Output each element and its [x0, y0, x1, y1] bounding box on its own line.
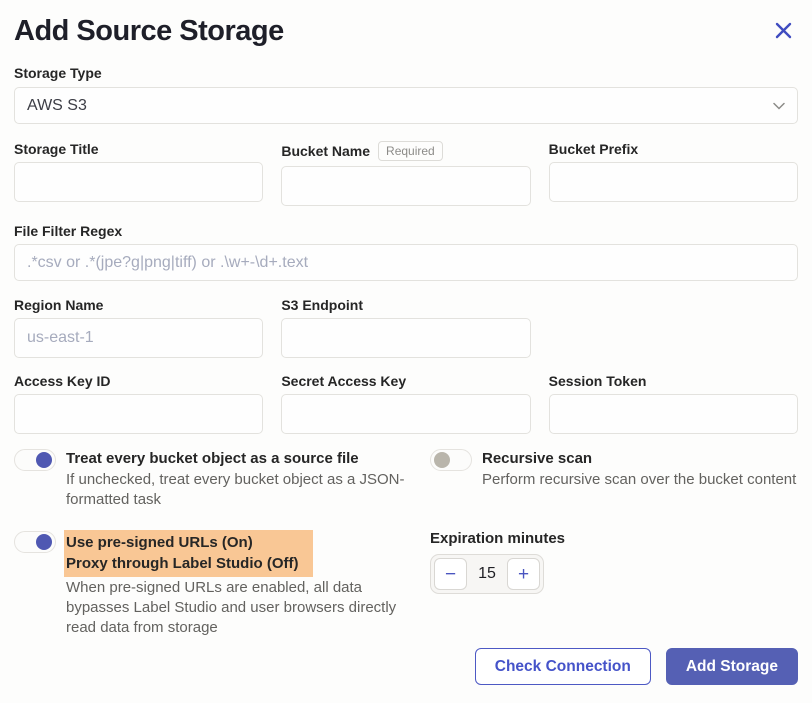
- region-name-label: Region Name: [14, 297, 263, 313]
- recursive-scan-description: Perform recursive scan over the bucket c…: [482, 470, 796, 490]
- file-filter-field: File Filter Regex: [14, 223, 798, 281]
- storage-type-value: AWS S3: [27, 97, 87, 115]
- s3-endpoint-label: S3 Endpoint: [281, 297, 530, 313]
- toggle-knob: [36, 534, 52, 550]
- presigned-highlighted-label: Use pre-signed URLs (On) Proxy through L…: [64, 530, 313, 577]
- file-filter-input[interactable]: [14, 244, 798, 281]
- close-button[interactable]: [769, 16, 798, 48]
- region-name-field: Region Name: [14, 297, 263, 358]
- region-row: Region Name S3 Endpoint: [14, 297, 798, 358]
- add-storage-button[interactable]: Add Storage: [666, 648, 798, 685]
- recursive-scan-toggle[interactable]: [430, 449, 472, 471]
- chevron-down-icon: [773, 102, 785, 110]
- access-key-field: Access Key ID: [14, 373, 263, 434]
- storage-title-input[interactable]: [14, 162, 263, 202]
- secret-key-label: Secret Access Key: [281, 373, 530, 389]
- presigned-description: When pre-signed URLs are enabled, all da…: [66, 578, 418, 638]
- required-badge: Required: [378, 141, 443, 161]
- bucket-prefix-label: Bucket Prefix: [549, 141, 798, 157]
- treat-source-description: If unchecked, treat every bucket object …: [66, 470, 418, 510]
- recursive-scan-toggle-row: Recursive scan Perform recursive scan ov…: [430, 448, 798, 510]
- s3-endpoint-field: S3 Endpoint: [281, 297, 530, 358]
- presigned-label-line1: Use pre-signed URLs (On): [66, 532, 299, 553]
- session-token-input[interactable]: [549, 394, 798, 434]
- add-source-storage-dialog: Add Source Storage Storage Type AWS S3 S…: [0, 0, 812, 703]
- toggles-row-1: Treat every bucket object as a source fi…: [14, 448, 798, 510]
- expiration-minutes-value: 15: [467, 565, 507, 583]
- toggle-knob: [36, 452, 52, 468]
- recursive-scan-label: Recursive scan: [482, 448, 796, 469]
- storage-title-field: Storage Title: [14, 141, 263, 206]
- bucket-prefix-field: Bucket Prefix: [549, 141, 798, 206]
- bucket-prefix-input[interactable]: [549, 162, 798, 202]
- bucket-fields-row: Storage Title Bucket Name Required Bucke…: [14, 141, 798, 206]
- storage-title-label: Storage Title: [14, 141, 263, 157]
- secret-key-input[interactable]: [281, 394, 530, 434]
- session-token-label: Session Token: [549, 373, 798, 389]
- storage-type-label: Storage Type: [14, 65, 798, 81]
- close-icon: [775, 22, 792, 39]
- bucket-name-label: Bucket Name Required: [281, 141, 530, 161]
- dialog-footer: Check Connection Add Storage: [475, 648, 798, 685]
- bucket-name-field: Bucket Name Required: [281, 141, 530, 206]
- decrement-button[interactable]: −: [434, 558, 467, 590]
- access-key-input[interactable]: [14, 394, 263, 434]
- credentials-row: Access Key ID Secret Access Key Session …: [14, 373, 798, 434]
- session-token-field: Session Token: [549, 373, 798, 434]
- bucket-name-input[interactable]: [281, 166, 530, 206]
- toggles-row-2: Use pre-signed URLs (On) Proxy through L…: [14, 530, 798, 638]
- recursive-scan-text: Recursive scan Perform recursive scan ov…: [482, 448, 796, 490]
- presigned-urls-toggle[interactable]: [14, 531, 56, 553]
- treat-source-toggle[interactable]: [14, 449, 56, 471]
- storage-type-field: Storage Type AWS S3: [14, 65, 798, 124]
- presigned-toggle-row: Use pre-signed URLs (On) Proxy through L…: [14, 530, 430, 638]
- expiration-minutes-field: Expiration minutes − 15 +: [430, 530, 798, 638]
- treat-source-text: Treat every bucket object as a source fi…: [66, 448, 418, 510]
- check-connection-button[interactable]: Check Connection: [475, 648, 651, 685]
- dialog-header: Add Source Storage: [14, 14, 798, 48]
- treat-source-label: Treat every bucket object as a source fi…: [66, 448, 418, 469]
- presigned-text: Use pre-signed URLs (On) Proxy through L…: [66, 530, 418, 638]
- storage-type-select[interactable]: AWS S3: [14, 87, 798, 124]
- expiration-minutes-stepper: − 15 +: [430, 554, 544, 594]
- spacer-cell: [549, 297, 798, 358]
- region-name-input[interactable]: [14, 318, 263, 358]
- access-key-label: Access Key ID: [14, 373, 263, 389]
- increment-button[interactable]: +: [507, 558, 540, 590]
- treat-source-toggle-row: Treat every bucket object as a source fi…: [14, 448, 430, 510]
- page-title: Add Source Storage: [14, 14, 284, 48]
- secret-key-field: Secret Access Key: [281, 373, 530, 434]
- file-filter-label: File Filter Regex: [14, 223, 798, 239]
- toggle-knob: [434, 452, 450, 468]
- presigned-label-line2: Proxy through Label Studio (Off): [66, 553, 299, 574]
- expiration-minutes-label: Expiration minutes: [430, 530, 798, 547]
- s3-endpoint-input[interactable]: [281, 318, 530, 358]
